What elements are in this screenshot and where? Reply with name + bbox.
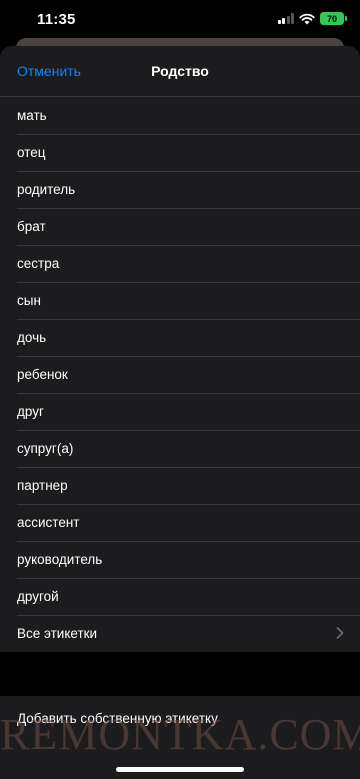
list-item-label: сын <box>17 293 41 308</box>
list-item-label: партнер <box>17 478 68 493</box>
list-item-partner[interactable]: партнер <box>0 467 360 504</box>
relationship-picker-sheet: Отменить Родство мать отец родитель брат… <box>0 46 360 779</box>
section-separator <box>0 652 360 696</box>
page-title: Родство <box>151 63 209 79</box>
nav-bar: Отменить Родство <box>0 46 360 97</box>
status-time: 11:35 <box>37 11 76 28</box>
list-item-friend[interactable]: друг <box>0 393 360 430</box>
battery-icon: 70 <box>320 12 347 25</box>
add-custom-label-text: Добавить собственную этикетку <box>17 710 218 726</box>
list-item-assistant[interactable]: ассистент <box>0 504 360 541</box>
list-item-label: другой <box>17 589 59 604</box>
list-item-label: дочь <box>17 330 47 345</box>
list-item-label: родитель <box>17 182 76 197</box>
wifi-icon <box>299 13 315 24</box>
add-custom-label-button[interactable]: Добавить собственную этикетку <box>0 696 360 740</box>
list-item-spouse[interactable]: супруг(а) <box>0 430 360 467</box>
chevron-right-icon <box>336 627 344 639</box>
list-item-label: брат <box>17 219 46 234</box>
list-item-all-labels[interactable]: Все этикетки <box>0 615 360 652</box>
list-item-label: Все этикетки <box>17 626 98 641</box>
relationship-list: мать отец родитель брат сестра сын дочь … <box>0 97 360 652</box>
list-item-label: сестра <box>17 256 60 271</box>
list-item-brother[interactable]: брат <box>0 208 360 245</box>
list-item-daughter[interactable]: дочь <box>0 319 360 356</box>
list-item-child[interactable]: ребенок <box>0 356 360 393</box>
list-item-label: супруг(а) <box>17 441 74 456</box>
list-item-father[interactable]: отец <box>0 134 360 171</box>
list-item-other[interactable]: другой <box>0 578 360 615</box>
cellular-signal-icon <box>277 13 294 24</box>
list-item-label: руководитель <box>17 552 103 567</box>
list-item-parent[interactable]: родитель <box>0 171 360 208</box>
list-item-mother[interactable]: мать <box>0 97 360 134</box>
list-item-label: мать <box>17 108 47 123</box>
list-item-label: ребенок <box>17 367 68 382</box>
list-item-label: друг <box>17 404 44 419</box>
list-item-manager[interactable]: руководитель <box>0 541 360 578</box>
list-item-label: отец <box>17 145 46 160</box>
status-icons: 70 <box>277 12 347 25</box>
home-indicator[interactable] <box>116 767 244 772</box>
list-item-son[interactable]: сын <box>0 282 360 319</box>
list-item-sister[interactable]: сестра <box>0 245 360 282</box>
list-item-label: ассистент <box>17 515 80 530</box>
